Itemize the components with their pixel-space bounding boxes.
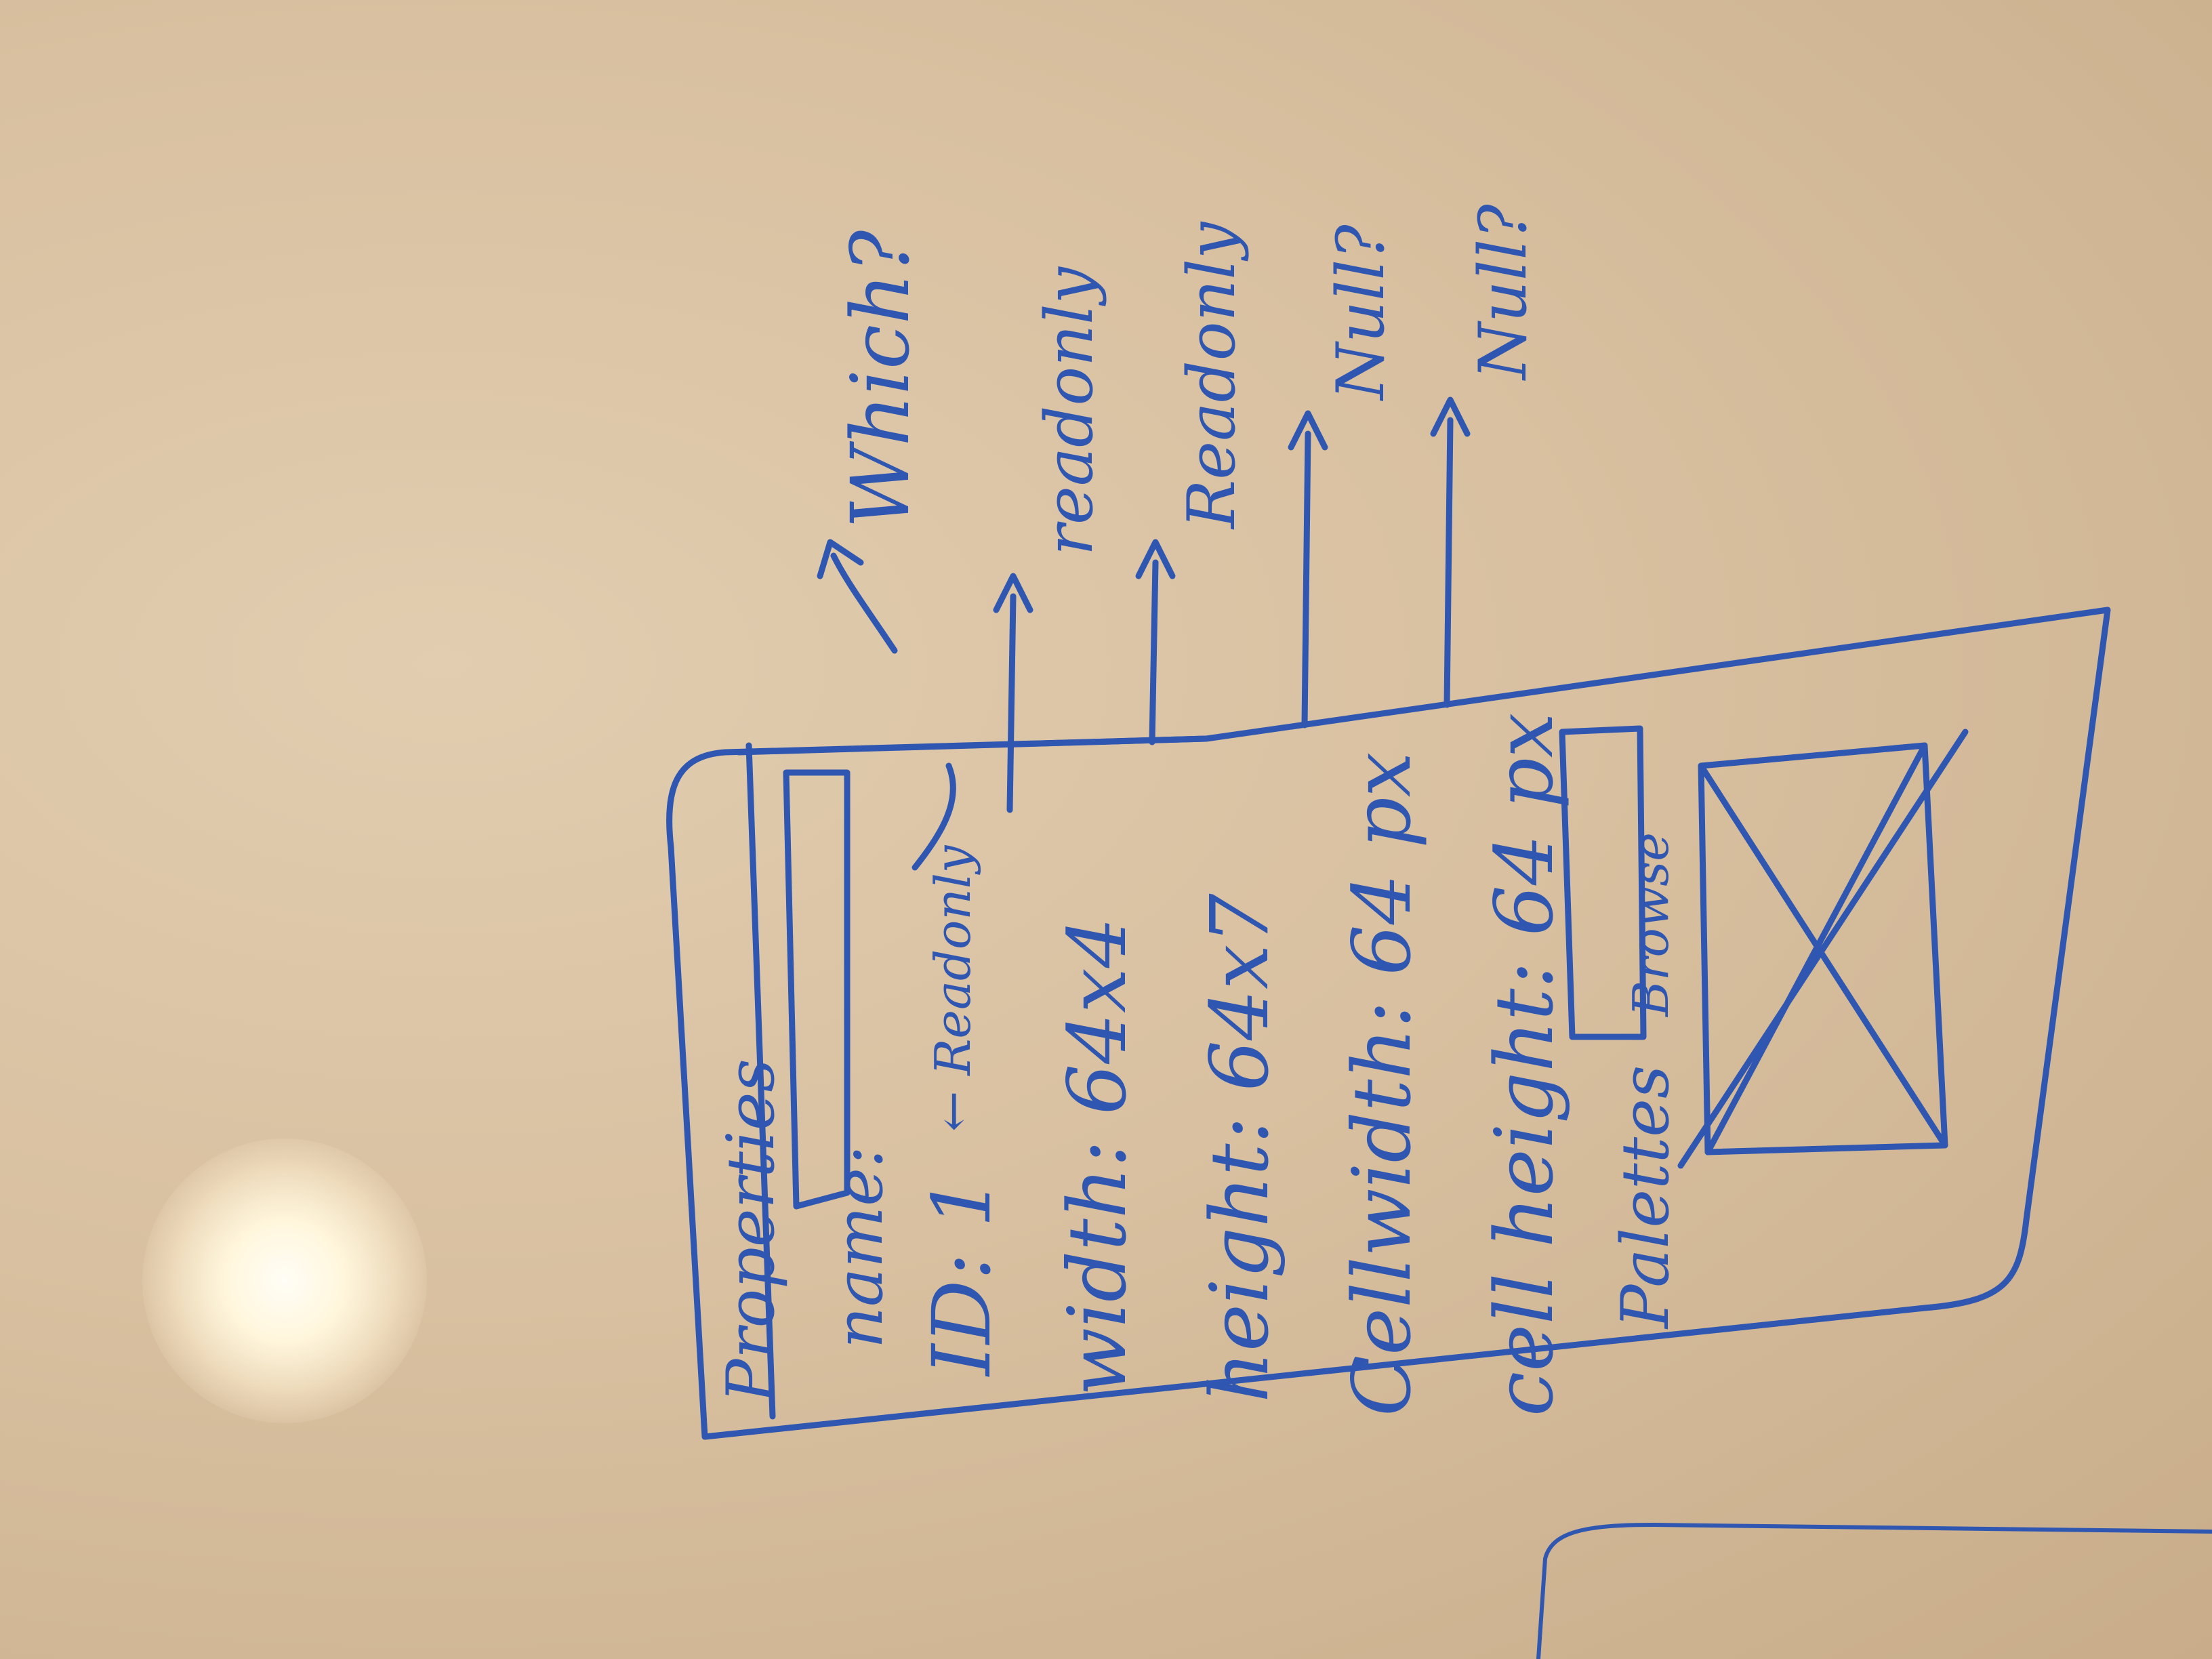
height-label: height: 64x7 <box>1193 893 1286 1403</box>
name-label: name: <box>821 1145 897 1349</box>
name-input-box <box>783 769 851 1210</box>
cellheight-label: cell height: 64 px <box>1477 712 1571 1416</box>
which-annotation: Which? <box>834 230 927 529</box>
id-label: ID: 1 <box>915 1176 1008 1376</box>
cellwidth-null-annotation: Null? <box>1323 224 1399 400</box>
readonly-note: ← Readonly <box>924 845 981 1132</box>
cellheight-null-annotation: Null? <box>1465 204 1541 380</box>
width-readonly-annotation: readonly <box>1031 267 1107 556</box>
panel-title: Properties <box>713 1059 789 1403</box>
width-label: width: 64x4 <box>1050 917 1144 1396</box>
palettes-label: Palettes <box>1607 1065 1683 1328</box>
height-readonly-annotation: Readonly <box>1174 222 1250 529</box>
browse-button[interactable]: Browse <box>1622 832 1679 1017</box>
cellwidth-label: Cellwidth: 64 px <box>1335 752 1429 1416</box>
sketch-lines <box>666 396 2212 1659</box>
